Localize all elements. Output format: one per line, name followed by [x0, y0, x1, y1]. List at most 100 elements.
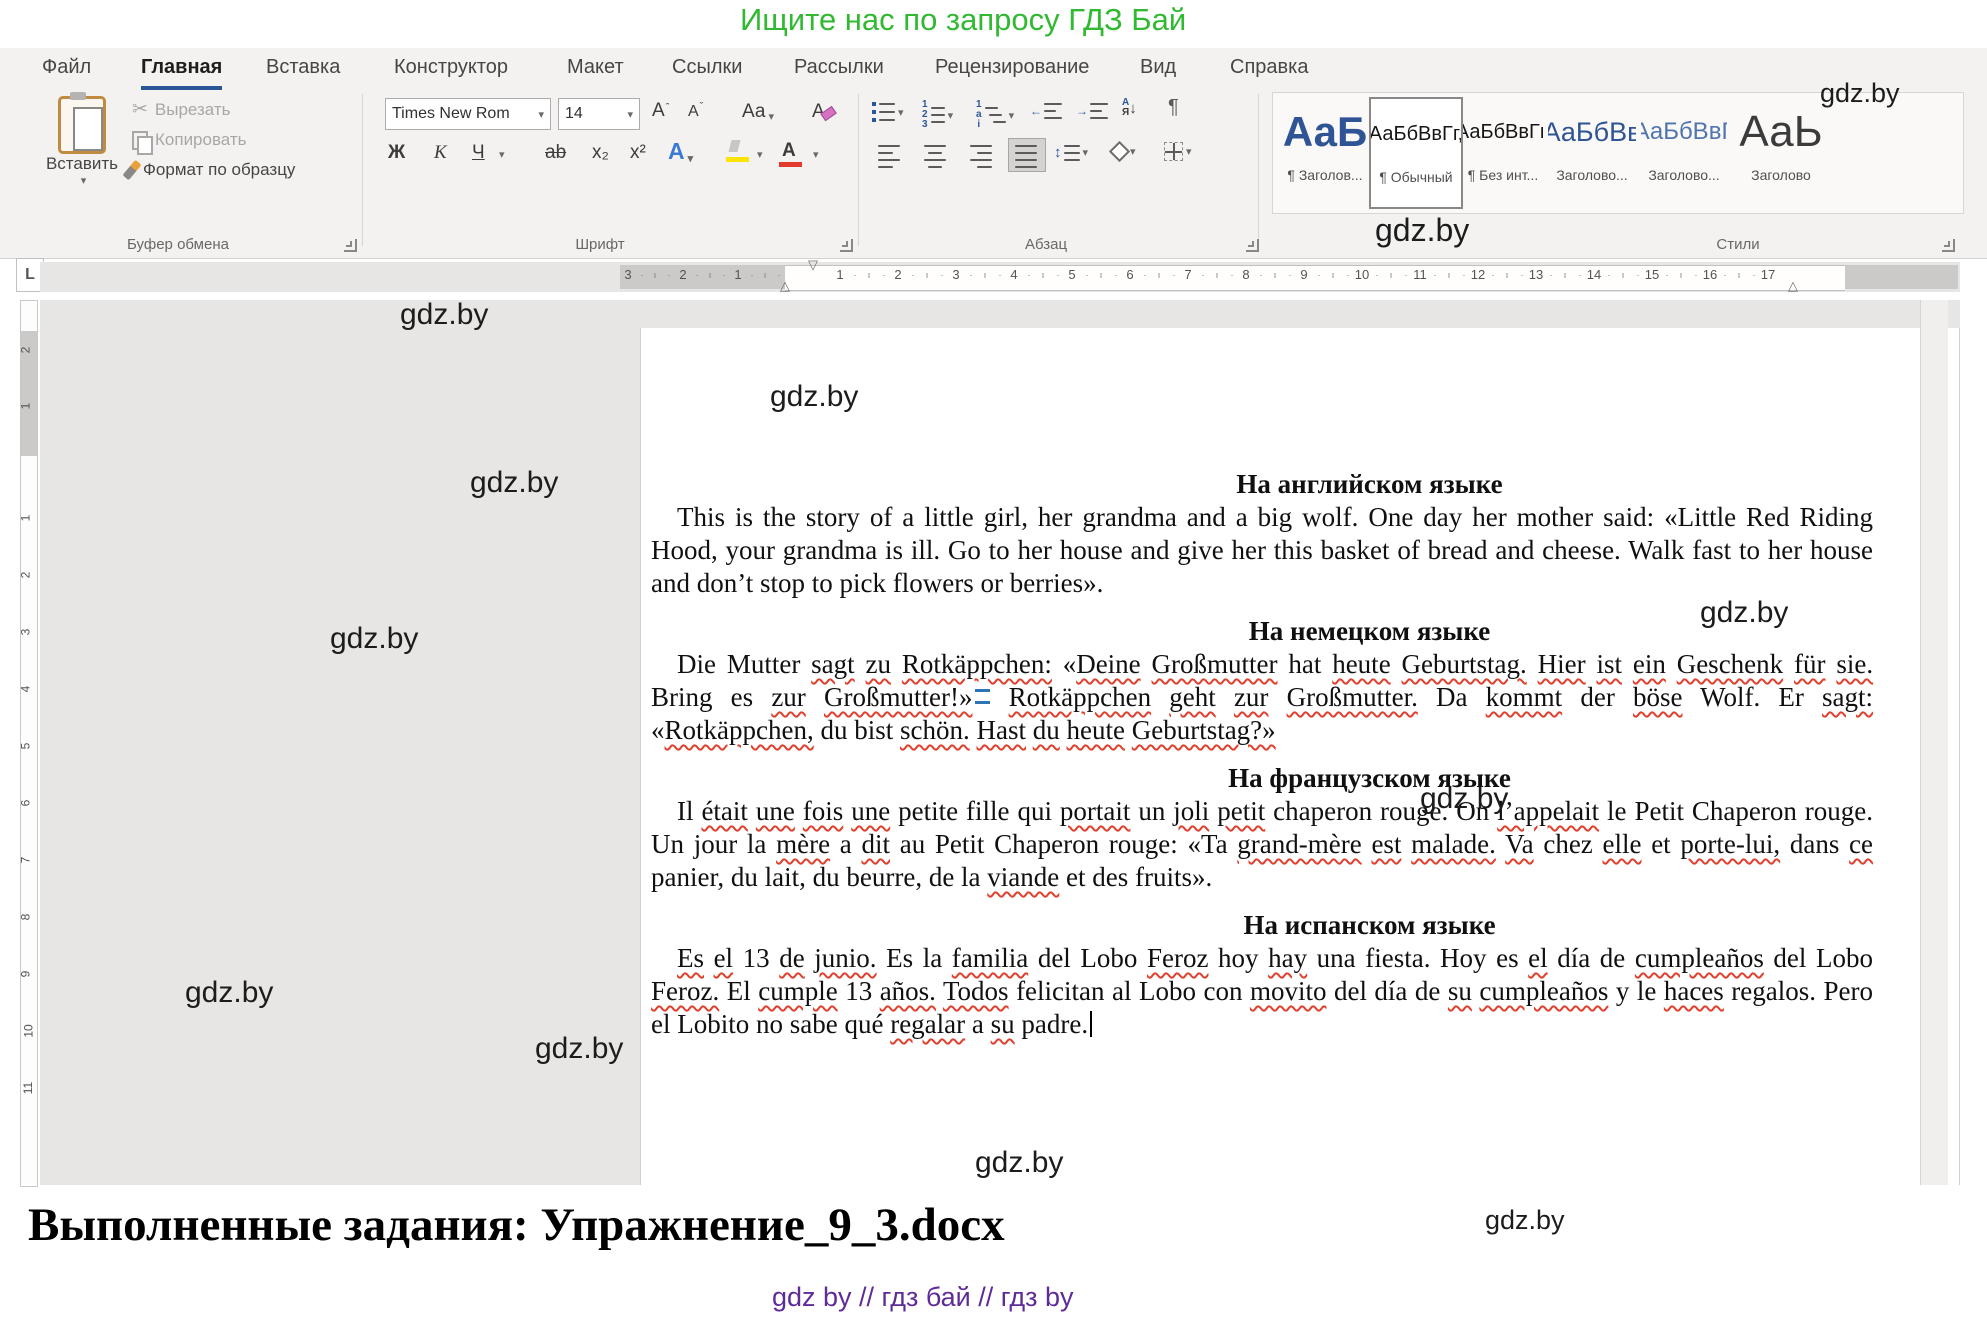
section-paragraph[interactable]: Il était une fois une petite fille qui p…: [651, 795, 1873, 894]
tab-Макет[interactable]: Макет: [567, 56, 624, 86]
document-text[interactable]: На английском языкеThis is the story of …: [651, 468, 1873, 1041]
tab-Конструктор[interactable]: Конструктор: [394, 56, 508, 86]
multilevel-list-button[interactable]: 1ai ▾: [976, 100, 1014, 130]
tab-Файл[interactable]: Файл: [42, 56, 91, 86]
chevron-down-icon[interactable]: ▾: [813, 148, 819, 161]
first-line-indent-marker[interactable]: ▽: [808, 257, 818, 273]
font-size-combo[interactable]: 14▾: [558, 98, 640, 130]
shading-button[interactable]: ▾: [1112, 144, 1136, 159]
chevron-down-icon[interactable]: ▾: [538, 108, 544, 121]
text-run: [855, 649, 866, 679]
style-item[interactable]: АаБбВвГг,¶ Обычный: [1369, 97, 1463, 209]
bold-button[interactable]: Ж: [388, 142, 405, 164]
style-item[interactable]: АаЬЗаголово: [1731, 97, 1831, 205]
tab-Главная[interactable]: Главная: [141, 56, 222, 90]
section-paragraph[interactable]: Es el 13 de junio. Es la familia del Lob…: [651, 942, 1873, 1041]
show-marks-button[interactable]: ¶: [1168, 96, 1179, 119]
superscript-button[interactable]: х²: [630, 142, 646, 164]
cut-button[interactable]: ✂ Вырезать: [132, 98, 231, 121]
misspelled-word: était: [701, 796, 747, 826]
chevron-down-icon[interactable]: ▾: [688, 152, 694, 165]
chevron-down-icon[interactable]: ▾: [499, 148, 505, 161]
vertical-ruler[interactable]: 211234567891011: [20, 300, 38, 1187]
borders-button[interactable]: ▾: [1164, 142, 1192, 161]
text-run: El: [719, 976, 758, 1006]
italic-button[interactable]: К: [434, 142, 447, 164]
numbering-button[interactable]: 123 ▾: [922, 100, 953, 130]
align-right-button[interactable]: [970, 142, 992, 170]
ruler-number: 11: [21, 1082, 35, 1094]
chevron-down-icon[interactable]: ▾: [1130, 145, 1136, 158]
misspelled-word: portait: [1060, 796, 1130, 826]
ruler-tick: ı: [709, 270, 712, 280]
style-name: ¶ Без инт...: [1463, 167, 1543, 183]
ruler-tick: ı: [984, 270, 987, 280]
font-dialog-launcher-icon[interactable]: [840, 239, 853, 252]
justify-button[interactable]: [1015, 142, 1037, 170]
chevron-down-icon[interactable]: ▾: [768, 110, 774, 123]
highlight-button[interactable]: [726, 140, 742, 156]
font-family-combo[interactable]: Times New Rom▾: [385, 98, 551, 130]
clipboard-dialog-launcher-icon[interactable]: [344, 239, 357, 252]
tab-Рассылки[interactable]: Рассылки: [794, 56, 884, 86]
strikethrough-button[interactable]: ab: [545, 142, 566, 164]
chevron-down-icon[interactable]: ▾: [757, 148, 763, 161]
sort-button[interactable]: АЯ ↓: [1122, 98, 1137, 118]
vertical-scrollbar[interactable]: [1920, 300, 1948, 1185]
tab-Вид[interactable]: Вид: [1140, 56, 1176, 86]
ruler-tick: ·: [1521, 270, 1524, 280]
styles-dialog-launcher-icon[interactable]: [1942, 239, 1955, 252]
chevron-down-icon[interactable]: ▾: [1009, 109, 1015, 122]
align-center-button[interactable]: [924, 142, 946, 170]
change-case-button[interactable]: Аа▾: [742, 101, 774, 123]
chevron-down-icon[interactable]: ▾: [948, 109, 954, 122]
ruler-tick: ·: [1144, 270, 1147, 280]
misspelled-word: su: [991, 1009, 1015, 1039]
right-indent-marker[interactable]: △: [1788, 278, 1798, 294]
ruler-number: 4: [18, 686, 32, 693]
ruler-number: 17: [1761, 267, 1775, 282]
format-painter-button[interactable]: Формат по образцу: [128, 160, 295, 180]
section-paragraph[interactable]: Die Mutter sagt zu Rotkäppchen: «Deine G…: [651, 648, 1873, 747]
copy-button[interactable]: Копировать: [132, 130, 247, 150]
increase-indent-button[interactable]: →: [1076, 100, 1108, 121]
grow-font-button[interactable]: Аˆ: [652, 100, 669, 122]
chevron-down-icon[interactable]: ▾: [1186, 145, 1192, 158]
text-effects-button[interactable]: А▾: [668, 138, 693, 165]
hanging-indent-marker[interactable]: △: [780, 278, 790, 294]
bullets-button[interactable]: ▾: [872, 100, 904, 124]
style-item[interactable]: АаБбВвЗаголово...: [1548, 97, 1636, 205]
ruler-tick: ·: [1753, 270, 1756, 280]
chevron-down-icon[interactable]: ▾: [1083, 146, 1089, 159]
style-item[interactable]: АаБ¶ Заголов...: [1284, 97, 1366, 205]
font-color-button[interactable]: А: [782, 140, 796, 162]
clear-formatting-button[interactable]: А: [812, 101, 839, 123]
highlighter-icon: [726, 140, 742, 156]
paragraph-dialog-launcher-icon[interactable]: [1246, 239, 1259, 252]
misspelled-word: el: [1528, 943, 1548, 973]
style-item[interactable]: АаБбВвГг,¶ Без инт...: [1463, 97, 1543, 205]
tab-Справка[interactable]: Справка: [1230, 56, 1308, 86]
subscript-button[interactable]: х₂: [592, 142, 609, 164]
ruler-tick: ı: [1390, 270, 1393, 280]
horizontal-ruler[interactable]: ▽ △ △ 3·ı·2·ı·1·ı·1·ı·2·ı·3·ı·4·ı·5·ı·6·…: [40, 262, 1960, 292]
underline-button[interactable]: Ч: [472, 142, 485, 164]
paste-button[interactable]: Вставить ▾: [40, 96, 124, 187]
tab-Вставка[interactable]: Вставка: [266, 56, 340, 86]
shrink-font-button[interactable]: Аˇ: [688, 103, 703, 121]
ruler-number: 3: [18, 629, 32, 636]
document-page[interactable]: На английском языкеThis is the story of …: [640, 328, 1960, 1185]
chevron-down-icon[interactable]: ▾: [627, 108, 633, 121]
tab-Рецензирование[interactable]: Рецензирование: [935, 56, 1089, 86]
chevron-down-icon[interactable]: ▾: [898, 106, 904, 119]
section-paragraph[interactable]: This is the story of a little girl, her …: [651, 501, 1873, 600]
style-item[interactable]: АаБбВвГЗаголово...: [1641, 97, 1727, 205]
italic-letter: К: [434, 142, 447, 164]
text-run: et: [1641, 829, 1680, 859]
tab-Ссылки[interactable]: Ссылки: [672, 56, 742, 86]
align-left-button[interactable]: [878, 142, 900, 170]
decrease-indent-button[interactable]: ←: [1030, 100, 1062, 121]
line-spacing-button[interactable]: ↕ ▾: [1054, 142, 1088, 163]
chevron-down-icon[interactable]: ▾: [43, 174, 124, 187]
bold-letter: Ж: [388, 142, 405, 164]
